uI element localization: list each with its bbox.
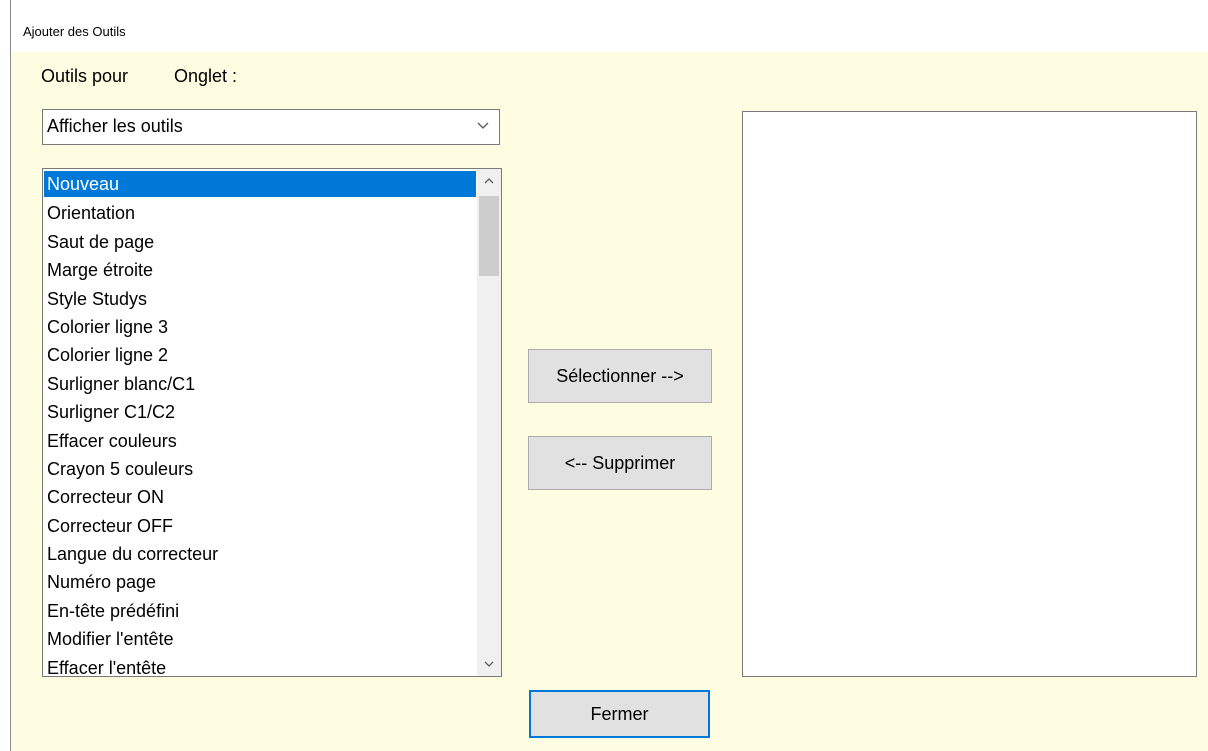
chevron-down-icon[interactable] bbox=[477, 652, 501, 676]
dropdown-selected-value: Afficher les outils bbox=[47, 116, 183, 136]
scroll-thumb[interactable] bbox=[479, 196, 499, 276]
window-title: Ajouter des Outils bbox=[23, 24, 126, 39]
list-item[interactable]: Modifier l'entête bbox=[44, 625, 476, 653]
close-button[interactable]: Fermer bbox=[529, 690, 710, 738]
title-bar: Ajouter des Outils bbox=[11, 0, 1208, 52]
remove-button[interactable]: <-- Supprimer bbox=[528, 436, 712, 490]
dialog-body: Outils pour Onglet : Afficher les outils… bbox=[11, 52, 1208, 751]
list-item[interactable]: Marge étroite bbox=[44, 256, 476, 284]
list-item[interactable]: Surligner C1/C2 bbox=[44, 398, 476, 426]
list-item[interactable]: Nouveau bbox=[44, 171, 476, 197]
tools-filter-dropdown[interactable]: Afficher les outils bbox=[42, 109, 500, 145]
list-item[interactable]: Effacer couleurs bbox=[44, 427, 476, 455]
tab-label: Onglet : bbox=[174, 66, 238, 86]
list-scrollbar[interactable] bbox=[477, 169, 501, 676]
select-button[interactable]: Sélectionner --> bbox=[528, 349, 712, 403]
chevron-up-icon[interactable] bbox=[477, 169, 501, 193]
list-item[interactable]: Crayon 5 couleurs bbox=[44, 455, 476, 483]
selected-tools-list[interactable] bbox=[742, 111, 1197, 677]
list-item[interactable]: Correcteur ON bbox=[44, 483, 476, 511]
list-items: Nouveau Orientation Saut de page Marge étro… bbox=[44, 171, 476, 676]
list-item[interactable]: Correcteur OFF bbox=[44, 512, 476, 540]
list-item[interactable]: Style Studys bbox=[44, 285, 476, 313]
chevron-down-icon bbox=[476, 118, 490, 132]
available-tools-list[interactable]: Nouveau Orientation Saut de page Marge étro… bbox=[42, 168, 502, 677]
list-item[interactable]: Orientation bbox=[44, 199, 476, 227]
add-tools-dialog: Ajouter des Outils Outils pour Onglet : … bbox=[10, 0, 1208, 751]
list-item[interactable]: Colorier ligne 2 bbox=[44, 341, 476, 369]
list-item[interactable]: Numéro page bbox=[44, 568, 476, 596]
list-item[interactable]: En-tête prédéfini bbox=[44, 597, 476, 625]
tools-for-label: Outils pour bbox=[41, 66, 129, 86]
list-item[interactable]: Effacer l'entête bbox=[44, 654, 476, 676]
list-item[interactable]: Saut de page bbox=[44, 228, 476, 256]
list-item[interactable]: Surligner blanc/C1 bbox=[44, 370, 476, 398]
list-item[interactable]: Colorier ligne 3 bbox=[44, 313, 476, 341]
list-item[interactable]: Langue du correcteur bbox=[44, 540, 476, 568]
